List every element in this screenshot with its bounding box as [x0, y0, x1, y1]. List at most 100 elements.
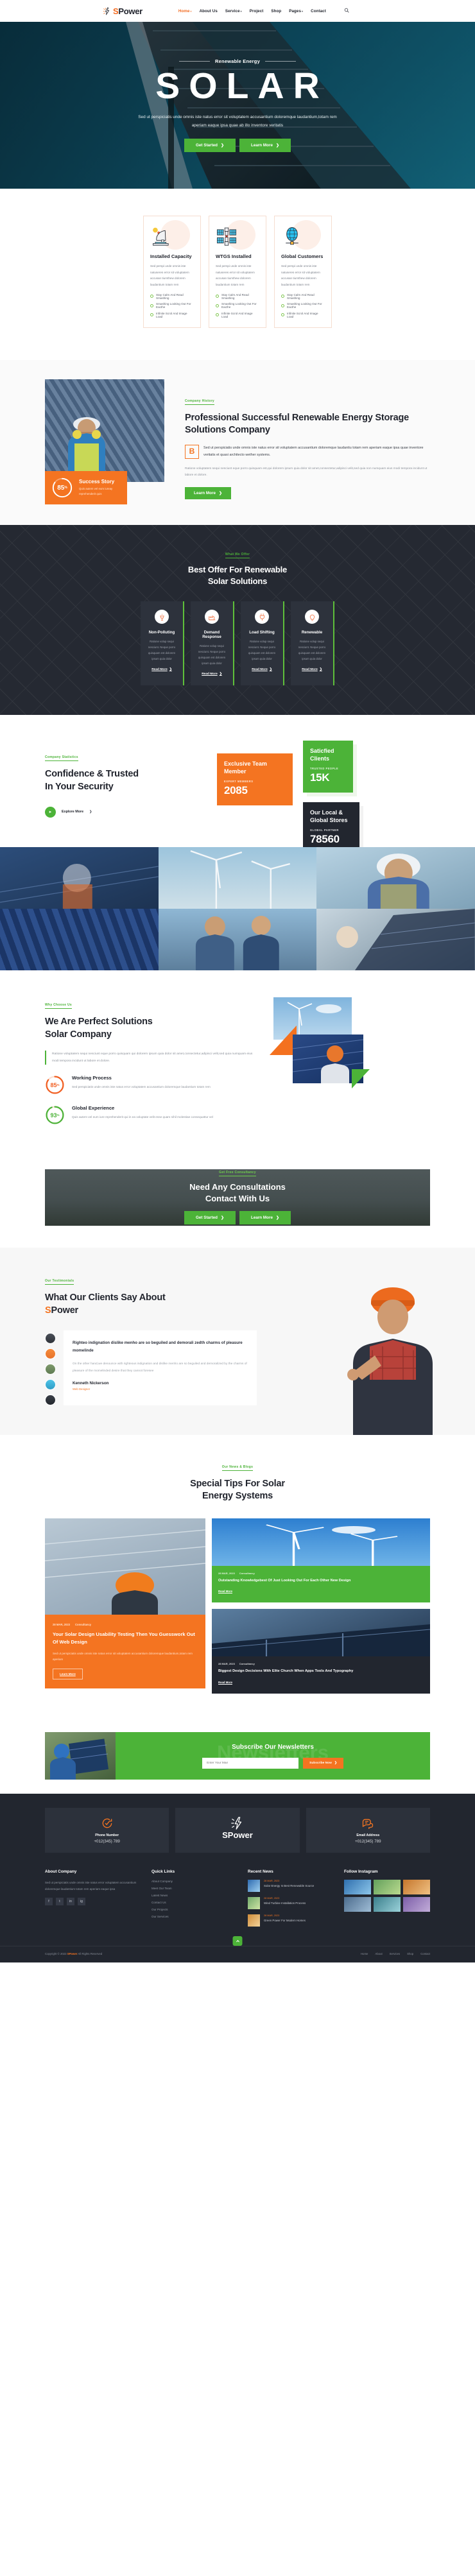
footer-column-heading: Quick Links: [151, 1869, 175, 1875]
instagram-thumbnail[interactable]: [403, 1880, 430, 1895]
avatar[interactable]: [45, 1363, 56, 1375]
global-experience-percent: 93%: [50, 1112, 60, 1119]
instagram-thumbnail[interactable]: [374, 1897, 401, 1912]
instagram-thumbnail-grid: [344, 1880, 430, 1912]
nav-item-shop[interactable]: Shop: [271, 9, 281, 13]
nav-item-service[interactable]: Service▾: [225, 9, 242, 13]
why-item-title: Working Process: [72, 1075, 112, 1081]
blog-side-post-2[interactable]: 28 MAR, 2023 Consultancy Biggest Design …: [211, 1609, 431, 1694]
cta-get-started-button[interactable]: Get Started ❯: [184, 1211, 236, 1225]
footer-bottom-navigation: Home About Services Shop Contact: [361, 1952, 430, 1955]
blog-side-category: Consultancy: [239, 1571, 255, 1575]
arrow-right-icon: ❯: [218, 492, 222, 495]
avatar[interactable]: [45, 1332, 56, 1344]
blog-side-read-more[interactable]: Read More: [218, 1681, 232, 1684]
footer-post-thumbnail: [248, 1914, 260, 1927]
nav-item-about[interactable]: About Us: [200, 9, 218, 13]
about-image-wrapper: 85% Success Story Quis autem vel eum iur…: [45, 379, 171, 504]
footer-nav-about[interactable]: About: [375, 1952, 382, 1955]
gallery-image-panel-install[interactable]: [316, 909, 475, 971]
drop-cap: B: [185, 444, 199, 459]
footer-column-heading: Follow Instagram: [344, 1869, 378, 1875]
testimonial-author-name: Kenneth Nickerson: [73, 1381, 109, 1386]
gallery-image-worker-panel[interactable]: [0, 847, 159, 909]
blog-featured-post[interactable]: 28 MAR, 2023 Consultancy Your Solar Desi…: [44, 1518, 206, 1694]
offer-read-more-link[interactable]: Read More ❯: [302, 668, 322, 671]
offer-card-renewable[interactable]: Renewable Ratione volup sequi nesciunt. …: [291, 601, 334, 686]
instagram-icon[interactable]: ig: [78, 1898, 85, 1906]
footer-link[interactable]: Meet Our Team: [151, 1887, 238, 1890]
offer-card-non-polluting[interactable]: Non-Polluting Ratione volup sequi nesciu…: [141, 601, 184, 686]
footer-link[interactable]: Contact Us: [151, 1901, 238, 1904]
blog-category: Consultancy: [75, 1622, 92, 1626]
avatar[interactable]: [45, 1378, 56, 1390]
learn-more-button[interactable]: Learn More ❯: [239, 138, 291, 152]
explore-label: Explore More: [62, 810, 84, 814]
search-icon[interactable]: [344, 8, 349, 14]
footer-nav-contact[interactable]: Contact: [420, 1952, 430, 1955]
footer-nav-home[interactable]: Home: [361, 1952, 368, 1955]
feature-card-wtgs-installed[interactable]: WTGS Installed Sed perspi unde omnis ist…: [209, 216, 266, 328]
gallery-image-wind-turbines[interactable]: [158, 847, 317, 909]
feature-card-installed-capacity[interactable]: Installed Capacity Sed perspi unde omnis…: [143, 216, 201, 328]
gallery-image-solar-array[interactable]: [0, 909, 159, 971]
footer-nav-services[interactable]: Services: [390, 1952, 400, 1955]
footer-post-item[interactable]: 28 MAR, 2023 Solar Energy Is Best Renewab…: [248, 1880, 334, 1893]
twitter-icon[interactable]: t: [56, 1898, 64, 1906]
newsletter-email-input[interactable]: [202, 1757, 299, 1769]
explore-more-button[interactable]: ▸ Explore More ❯: [45, 806, 205, 818]
blog-side-read-more[interactable]: Read More: [218, 1590, 232, 1593]
blog-learn-more-button[interactable]: Learn More: [53, 1669, 83, 1680]
main-navigation: Home▾ About Us Service▾ Project Shop Pag…: [178, 9, 326, 13]
facebook-icon[interactable]: f: [45, 1898, 53, 1906]
footer-post-item[interactable]: 28 MAR, 2023 Green Power For Modern Homes: [248, 1914, 334, 1927]
avatar[interactable]: [45, 1348, 56, 1359]
scroll-to-top-button[interactable]: [232, 1936, 243, 1946]
footer-card-value[interactable]: +012(345) 789: [311, 1839, 425, 1844]
why-item-text: Sed perspiciatis unde omnis iste natus e…: [72, 1085, 211, 1089]
feature-title: WTGS Installed: [216, 253, 252, 259]
newsletter-image: [45, 1732, 116, 1780]
gallery-image-two-workers[interactable]: [158, 909, 317, 971]
gallery-image-engineer-portrait[interactable]: [316, 847, 475, 909]
testimonial-avatar-list: [45, 1330, 56, 1405]
footer-card-label: Email Address: [356, 1833, 380, 1838]
technician-illustration: [68, 416, 105, 482]
footer-link[interactable]: Our Projects: [151, 1908, 238, 1911]
arrow-right-icon: ❯: [269, 668, 272, 672]
footer-link[interactable]: Our Services: [151, 1915, 238, 1918]
nav-item-pages[interactable]: Pages▾: [289, 9, 303, 13]
nav-item-home[interactable]: Home▾: [178, 9, 192, 13]
get-started-button[interactable]: Get Started ❯: [184, 138, 236, 152]
blog-side-post-1[interactable]: 28 MAR, 2023 Consultancy Outstanding Kno…: [212, 1518, 430, 1603]
offer-card-text: Ratione volup sequi nesciunt. Neque porr…: [248, 640, 276, 661]
offer-read-more-link[interactable]: Read More ❯: [202, 673, 222, 676]
footer-card-value[interactable]: +012(345) 789: [50, 1839, 164, 1844]
instagram-thumbnail[interactable]: [403, 1897, 430, 1912]
cta-learn-more-button[interactable]: Learn More ❯: [239, 1211, 291, 1225]
footer-nav-shop[interactable]: Shop: [407, 1952, 413, 1955]
instagram-thumbnail[interactable]: [344, 1897, 371, 1912]
instagram-thumbnail[interactable]: [344, 1880, 371, 1895]
check-circle-icon: [281, 313, 284, 317]
avatar[interactable]: [45, 1394, 56, 1405]
instagram-thumbnail[interactable]: [374, 1880, 401, 1895]
offer-card-demand-response[interactable]: Demand Response Ratione volup sequi nesc…: [191, 601, 234, 686]
about-learn-more-button[interactable]: Learn More ❯: [185, 487, 231, 499]
arrow-right-icon: ❯: [169, 668, 172, 672]
nav-item-contact[interactable]: Contact: [311, 9, 326, 13]
feature-card-global-customers[interactable]: Global Customers Sed perspi unde omnis i…: [274, 216, 332, 328]
nav-item-project[interactable]: Project: [250, 9, 264, 13]
offer-read-more-link[interactable]: Read More ❯: [151, 668, 172, 671]
offer-read-more-link[interactable]: Read More ❯: [252, 668, 272, 671]
newsletter-form: Subscribe Now❯: [202, 1757, 343, 1769]
footer-link[interactable]: About Company: [151, 1880, 238, 1883]
global-experience-ring: 93%: [45, 1105, 65, 1125]
site-logo[interactable]: SPower: [103, 6, 142, 16]
footer-link[interactable]: Latest News: [151, 1894, 238, 1897]
offer-card-load-shifting[interactable]: Load Shifting Ratione volup sequi nesciu…: [241, 601, 284, 686]
footer-post-item[interactable]: 28 MAR, 2023 Wind Turbine Installation Pr…: [248, 1897, 334, 1910]
linkedin-icon[interactable]: in: [67, 1898, 74, 1906]
subscribe-button[interactable]: Subscribe Now ❯: [303, 1757, 343, 1769]
about-body-text: Ratione voluptatem sequi nesciunt eque p…: [185, 467, 428, 477]
